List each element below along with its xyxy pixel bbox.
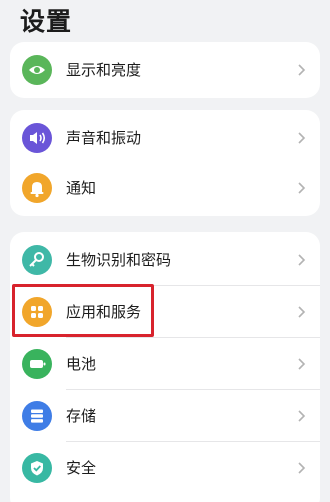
eye-icon bbox=[22, 55, 52, 85]
chevron-right-icon bbox=[298, 462, 306, 474]
settings-item-label: 生物识别和密码 bbox=[66, 251, 172, 269]
settings-item-label: 安全 bbox=[66, 459, 97, 477]
settings-group-display: 显示和亮度 bbox=[10, 42, 320, 98]
settings-item-display[interactable]: 显示和亮度 bbox=[10, 44, 320, 96]
settings-item-sound[interactable]: 声音和振动 bbox=[10, 112, 320, 164]
settings-item-security[interactable]: 安全 bbox=[10, 442, 320, 494]
chevron-right-icon bbox=[298, 182, 306, 194]
settings-item-label: 显示和亮度 bbox=[66, 61, 142, 79]
chevron-right-icon bbox=[298, 358, 306, 370]
speaker-icon bbox=[22, 123, 52, 153]
settings-item-storage[interactable]: 存储 bbox=[10, 390, 320, 442]
chevron-right-icon bbox=[298, 306, 306, 318]
battery-icon bbox=[22, 349, 52, 379]
bell-icon bbox=[22, 173, 52, 203]
chevron-right-icon bbox=[298, 132, 306, 144]
highlight-box bbox=[12, 284, 154, 337]
settings-item-notifications[interactable]: 通知 bbox=[10, 162, 320, 214]
settings-item-label: 声音和振动 bbox=[66, 129, 142, 147]
chevron-right-icon bbox=[298, 410, 306, 422]
chevron-right-icon bbox=[298, 64, 306, 76]
chevron-right-icon bbox=[298, 254, 306, 266]
key-icon bbox=[22, 245, 52, 275]
settings-group-sound: 声音和振动 通知 bbox=[10, 110, 320, 216]
settings-group-system: 生物识别和密码 应用和服务 电池 存储 安全 bbox=[10, 232, 320, 502]
shield-icon bbox=[22, 453, 52, 483]
settings-item-label: 通知 bbox=[66, 179, 97, 197]
storage-icon bbox=[22, 401, 52, 431]
settings-item-battery[interactable]: 电池 bbox=[10, 338, 320, 390]
page-title: 设置 bbox=[20, 7, 73, 36]
settings-item-biometrics[interactable]: 生物识别和密码 bbox=[10, 234, 320, 286]
settings-item-label: 存储 bbox=[66, 407, 97, 425]
settings-item-label: 电池 bbox=[66, 355, 97, 373]
